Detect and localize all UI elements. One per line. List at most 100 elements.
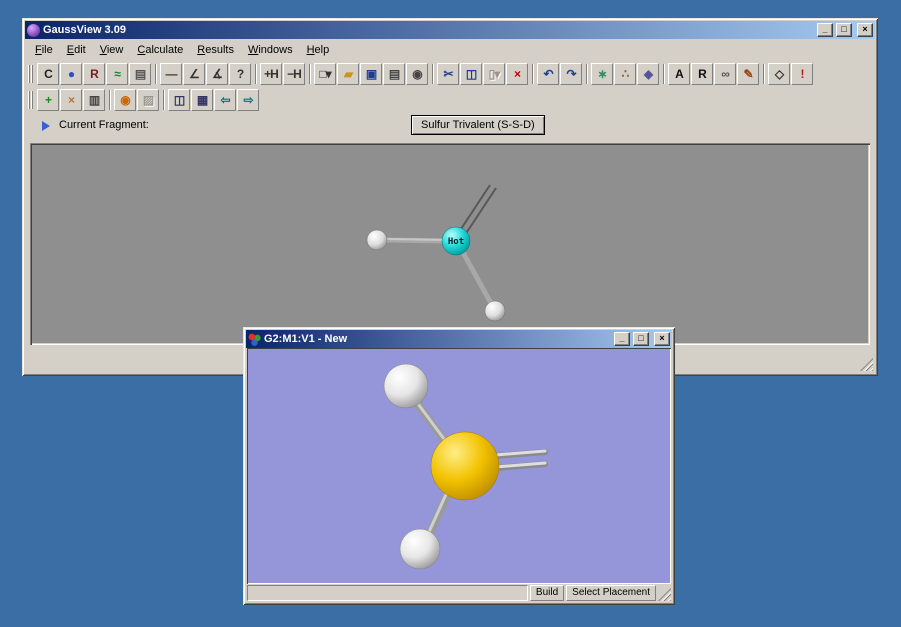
menu-windows[interactable]: Windows <box>241 41 300 59</box>
toolbar-separator <box>586 63 588 84</box>
builder-panel-icon[interactable]: ▥ <box>83 88 105 111</box>
main-resize-grip[interactable] <box>860 358 873 371</box>
capture-disabled-icon[interactable]: ▨ <box>137 88 159 111</box>
main-window: GaussView 3.09 _ □ × File Edit View Calcula… <box>22 18 878 376</box>
redo-icon[interactable]: ↷ <box>560 62 582 85</box>
copy-icon[interactable]: ◫ <box>460 62 482 85</box>
menu-results[interactable]: Results <box>190 41 241 59</box>
toolbar-separator <box>763 63 765 84</box>
cascade-windows-icon[interactable]: ◫ <box>168 88 190 111</box>
desktop: { "colors": { "desktop_bg": "#3A6EA5", "… <box>0 0 901 627</box>
display-format-icon[interactable]: ◇ <box>768 62 790 85</box>
toolbar-separator <box>155 63 157 84</box>
modify-angle-icon[interactable]: ∠ <box>183 62 205 85</box>
delete-icon[interactable]: × <box>506 62 528 85</box>
molecule-doc-icon <box>248 332 261 346</box>
modify-bond-icon[interactable]: ― <box>160 62 182 85</box>
tile-windows-icon[interactable]: ▦ <box>191 88 213 111</box>
model-resize-grip[interactable] <box>658 588 671 601</box>
link-icon[interactable]: ∞ <box>714 62 736 85</box>
menu-edit[interactable]: Edit <box>60 41 93 59</box>
menu-help[interactable]: Help <box>300 41 337 59</box>
toolbar-grip[interactable] <box>28 64 33 83</box>
rebond-icon[interactable]: ∴ <box>614 62 636 85</box>
bond-highlight <box>384 238 451 241</box>
residue-labels-icon[interactable]: R <box>691 62 713 85</box>
atom-labels-icon[interactable]: A <box>668 62 690 85</box>
biological-fragment-icon[interactable]: ≈ <box>106 62 128 85</box>
r-group-fragment-icon[interactable]: R <box>83 62 105 85</box>
atom-selection-icon[interactable]: × <box>60 88 82 111</box>
new-file-icon[interactable]: □▾ <box>314 62 336 85</box>
toolbar-row-2: + × ▥ ◉ ▨ ◫ ▦ ⇦ ⇨ <box>25 87 875 112</box>
current-fragment-label: Current Fragment: <box>59 119 149 131</box>
cut-icon[interactable]: ✂ <box>437 62 459 85</box>
model-view[interactable] <box>247 348 671 584</box>
recenter-view-icon[interactable]: ◉ <box>114 88 136 111</box>
model-minimize-button[interactable]: _ <box>614 332 630 346</box>
menu-bar: File Edit View Calculate Results Windows Help <box>25 39 875 60</box>
add-fragment-icon[interactable]: + <box>37 88 59 111</box>
delete-atom-icon[interactable]: −H <box>283 62 305 85</box>
hydrogen-atom[interactable] <box>366 229 388 251</box>
forward-icon[interactable]: ⇨ <box>237 88 259 111</box>
inquire-icon[interactable]: ? <box>229 62 251 85</box>
toolbar-separator <box>163 89 165 110</box>
custom-fragment-icon[interactable]: ▤ <box>129 62 151 85</box>
undo-icon[interactable]: ↶ <box>537 62 559 85</box>
current-fragment-button[interactable]: Sulfur Trivalent (S-S-D) <box>411 115 545 135</box>
model-close-button[interactable]: × <box>654 332 670 346</box>
status-placement-panel: Select Placement <box>566 585 656 601</box>
open-double-bond[interactable] <box>464 187 497 236</box>
menu-view[interactable]: View <box>93 41 131 59</box>
status-indicator-icon[interactable]: ! <box>791 62 813 85</box>
fragment-view[interactable]: Hot <box>30 143 870 345</box>
hydrogen-atom[interactable] <box>484 300 506 322</box>
main-title-bar[interactable]: GaussView 3.09 _ □ × <box>25 21 875 39</box>
symmetrize-icon[interactable]: ◆ <box>637 62 659 85</box>
main-minimize-button[interactable]: _ <box>817 23 833 37</box>
element-fragment-icon[interactable]: C <box>37 62 59 85</box>
toolbar-grip[interactable] <box>28 90 33 109</box>
modify-dihedral-icon[interactable]: ∡ <box>206 62 228 85</box>
hydrogen-atom[interactable] <box>383 363 429 409</box>
toolbar-separator <box>109 89 111 110</box>
back-icon[interactable]: ⇦ <box>214 88 236 111</box>
save-file-icon[interactable]: ▣ <box>360 62 382 85</box>
main-close-button[interactable]: × <box>857 23 873 37</box>
open-double-bond[interactable] <box>458 184 491 233</box>
highlight-pen-icon[interactable]: ✎ <box>737 62 759 85</box>
hot-atom-label: Hot <box>448 237 464 247</box>
open-file-icon[interactable]: ▰ <box>337 62 359 85</box>
toolbar-row-1: C ● R ≈ ▤ ― ∠ ∡? +H −H □▾ ▰ ▣ ▤ ◉ ✂ ◫ ▯▾ × ↶ ↷ ∗ ∴ ◆ A R ∞ ✎ ◇! <box>25 60 875 87</box>
fragment-arrow-icon <box>42 121 50 131</box>
model-molecule <box>383 363 548 570</box>
clean-structure-icon[interactable]: ∗ <box>591 62 613 85</box>
toolbar-separator <box>532 63 534 84</box>
menu-file[interactable]: File <box>28 41 60 59</box>
status-message-panel <box>247 585 528 601</box>
toolbar-separator <box>309 63 311 84</box>
main-maximize-button[interactable]: □ <box>836 23 852 37</box>
ring-fragment-icon[interactable]: ● <box>60 62 82 85</box>
toolbar-separator <box>432 63 434 84</box>
model-window: G2:M1:V1 - New _ □ × Build Select Placem… <box>243 327 675 605</box>
print-icon[interactable]: ▤ <box>383 62 405 85</box>
toolbar-separator <box>663 63 665 84</box>
capture-image-icon[interactable]: ◉ <box>406 62 428 85</box>
menu-calculate[interactable]: Calculate <box>130 41 190 59</box>
paste-icon[interactable]: ▯▾ <box>483 62 505 85</box>
gaussview-app-icon <box>27 23 40 37</box>
status-build-panel: Build <box>529 585 565 601</box>
fragment-molecule: Hot <box>366 184 506 322</box>
hydrogen-atom[interactable] <box>399 528 441 570</box>
model-title-bar[interactable]: G2:M1:V1 - New _ □ × <box>246 330 672 348</box>
sulfur-atom[interactable] <box>430 431 500 501</box>
fragment-bar: Current Fragment: Sulfur Trivalent (S-S-… <box>25 112 875 140</box>
toolbar-separator <box>255 63 257 84</box>
model-window-title: G2:M1:V1 - New <box>264 333 348 345</box>
model-maximize-button[interactable]: □ <box>633 332 649 346</box>
add-valence-icon[interactable]: +H <box>260 62 282 85</box>
bond[interactable] <box>457 245 495 307</box>
model-status-bar: Build Select Placement <box>247 585 671 601</box>
